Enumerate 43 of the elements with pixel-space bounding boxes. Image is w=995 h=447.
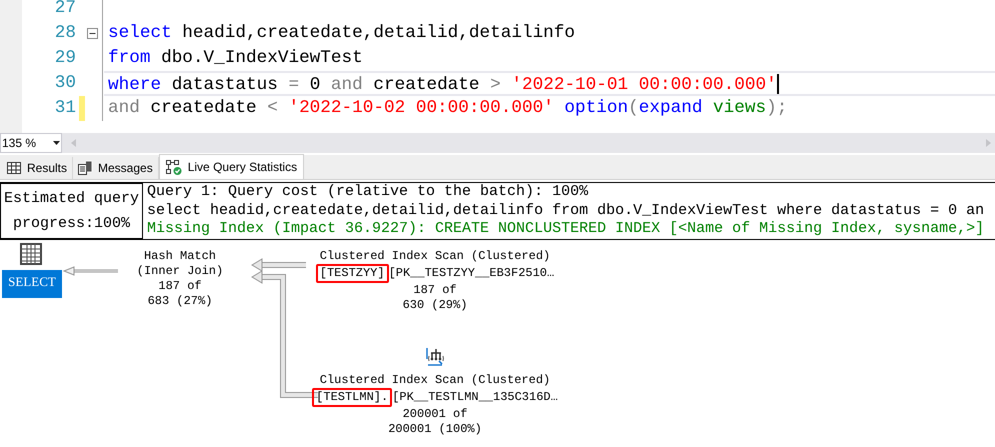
progress-text: progress:100% — [12, 216, 130, 232]
text-cursor — [776, 74, 779, 94]
line-number: 30 — [54, 72, 76, 95]
table-name: [TESTLMN]. — [312, 388, 392, 407]
scroll-right-icon[interactable] — [986, 139, 991, 147]
scroll-left-icon[interactable] — [71, 139, 76, 147]
collapse-icon[interactable] — [87, 28, 98, 39]
operator-text: 683 (27%) — [148, 294, 212, 309]
line-number: 27 — [54, 0, 76, 20]
query-header-line: Missing Index (Impact 36.9227): CREATE NONCLUSTERED INDEX [<Name of Missing Index, sysname,>] — [147, 220, 986, 239]
operator-title: Clustered Index Scan (Clustered) — [320, 249, 550, 264]
query-header-line: Query 1: Query cost (relative to the batch): 100% — [147, 183, 590, 202]
connector-arrow — [62, 266, 118, 276]
table-name: [TESTZYY] — [316, 264, 389, 283]
select-node-label[interactable]: SELECT — [2, 270, 62, 298]
line-number: 28 — [54, 22, 76, 45]
caret-icon — [53, 141, 60, 145]
operator-text: (Inner Join) — [136, 264, 224, 279]
table-icon — [20, 243, 42, 265]
line-number: 31 — [54, 97, 76, 120]
query-header-line: select headid,createdate,detailid,detailinfo from dbo.V_IndexViewTest where datastatus = 0 an — [147, 202, 986, 220]
code-line: and createdate < '2022-10-02 00:00:00.000' option(expand views); — [108, 97, 788, 120]
progress-text: Estimated query — [4, 190, 140, 206]
tab[interactable]: Messages — [73, 157, 159, 179]
code-line: from dbo.V_IndexViewTest — [108, 47, 363, 70]
zoom-dropdown[interactable]: 135 % — [0, 133, 62, 153]
index-name: [PK__TESTLMN__135C316D… — [392, 390, 558, 405]
operator-text: Hash Match — [144, 249, 216, 264]
row-count: 200001 of — [402, 407, 468, 422]
code-line: where datastatus = 0 and createdate > '2022-10-01 00:00:00.000' — [108, 74, 777, 94]
index-name: [PK__TESTZYY__EB3F2510… — [388, 266, 554, 281]
line-number: 29 — [54, 47, 76, 70]
row-count: 187 of — [413, 283, 457, 298]
operator-title: Clustered Index Scan (Clustered) — [320, 373, 550, 388]
tab[interactable]: Live Query Statistics — [158, 154, 304, 179]
tab[interactable]: Results — [2, 157, 74, 179]
row-count: 200001 (100%) — [388, 422, 482, 437]
operator-text: 187 of — [158, 279, 202, 294]
grid-icon — [7, 162, 21, 174]
row-count: 630 (29%) — [402, 298, 468, 313]
plan-icon — [166, 160, 182, 174]
document-icon — [78, 161, 92, 175]
code-line: select headid,createdate,detailid,detailinfo — [108, 22, 576, 45]
